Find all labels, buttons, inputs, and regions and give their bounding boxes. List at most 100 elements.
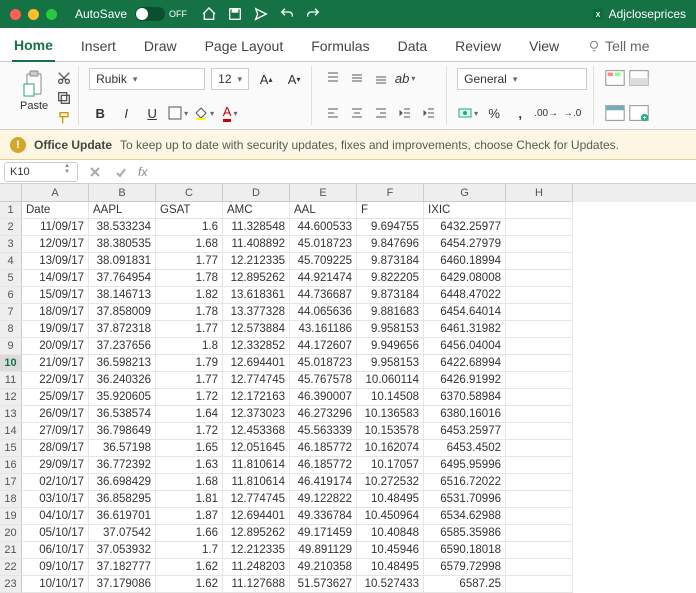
- cell[interactable]: 12.895262: [223, 525, 290, 542]
- cell[interactable]: 49.210358: [290, 559, 357, 576]
- number-format-dropdown[interactable]: General: [457, 68, 587, 90]
- cell[interactable]: 12.453368: [223, 423, 290, 440]
- cell[interactable]: 10.153578: [357, 423, 424, 440]
- row-header[interactable]: 8: [0, 321, 22, 338]
- enter-icon[interactable]: [114, 165, 128, 179]
- align-bottom-icon[interactable]: [370, 68, 392, 88]
- cell[interactable]: [506, 355, 573, 372]
- cell[interactable]: 45.709225: [290, 253, 357, 270]
- cell[interactable]: 37.764954: [89, 270, 156, 287]
- cell[interactable]: [506, 253, 573, 270]
- cell[interactable]: 44.600533: [290, 219, 357, 236]
- cell[interactable]: 10.48495: [357, 491, 424, 508]
- cell[interactable]: 37.858009: [89, 304, 156, 321]
- cell[interactable]: 36.57198: [89, 440, 156, 457]
- cell[interactable]: [506, 491, 573, 508]
- currency-button[interactable]: [457, 103, 479, 123]
- cell[interactable]: 38.533234: [89, 219, 156, 236]
- copy-icon[interactable]: [56, 90, 72, 106]
- cell[interactable]: 14/09/17: [22, 270, 89, 287]
- fx-label[interactable]: fx: [138, 165, 147, 179]
- cell[interactable]: 6453.25977: [424, 423, 506, 440]
- cell[interactable]: 49.891129: [290, 542, 357, 559]
- col-header-C[interactable]: C: [156, 184, 223, 202]
- cell[interactable]: Date: [22, 202, 89, 219]
- cell[interactable]: 9.873184: [357, 253, 424, 270]
- cell[interactable]: 9.949656: [357, 338, 424, 355]
- cell[interactable]: 1.77: [156, 253, 223, 270]
- cell[interactable]: 6579.72998: [424, 559, 506, 576]
- cell[interactable]: 28/09/17: [22, 440, 89, 457]
- cell[interactable]: 11.248203: [223, 559, 290, 576]
- cell[interactable]: 37.179086: [89, 576, 156, 593]
- cell[interactable]: 38.146713: [89, 287, 156, 304]
- cell[interactable]: 46.390007: [290, 389, 357, 406]
- row-header[interactable]: 21: [0, 542, 22, 559]
- cell[interactable]: GSAT: [156, 202, 223, 219]
- cell[interactable]: 45.018723: [290, 355, 357, 372]
- cell[interactable]: 6454.64014: [424, 304, 506, 321]
- cell[interactable]: 10.45946: [357, 542, 424, 559]
- align-right-icon[interactable]: [370, 103, 392, 123]
- cell[interactable]: 6531.70996: [424, 491, 506, 508]
- row-header[interactable]: 16: [0, 457, 22, 474]
- cell[interactable]: 6585.35986: [424, 525, 506, 542]
- insert-cells-icon[interactable]: [628, 103, 650, 123]
- cell[interactable]: 09/10/17: [22, 559, 89, 576]
- cell[interactable]: 6460.18994: [424, 253, 506, 270]
- cell[interactable]: [506, 219, 573, 236]
- cell[interactable]: 44.172607: [290, 338, 357, 355]
- cancel-icon[interactable]: [88, 165, 102, 179]
- cell[interactable]: 9.694755: [357, 219, 424, 236]
- cell[interactable]: 19/09/17: [22, 321, 89, 338]
- cell[interactable]: [506, 576, 573, 593]
- comma-button[interactable]: ,: [509, 103, 531, 123]
- tab-insert[interactable]: Insert: [79, 31, 118, 61]
- row-header[interactable]: 17: [0, 474, 22, 491]
- cell[interactable]: 11.810614: [223, 457, 290, 474]
- border-button[interactable]: [167, 103, 189, 123]
- cell[interactable]: 11.127688: [223, 576, 290, 593]
- cell[interactable]: 1.82: [156, 287, 223, 304]
- cell[interactable]: 44.065636: [290, 304, 357, 321]
- cell[interactable]: 15/09/17: [22, 287, 89, 304]
- orientation-icon[interactable]: ab: [394, 68, 416, 88]
- cell[interactable]: 38.380535: [89, 236, 156, 253]
- undo-icon[interactable]: [279, 6, 295, 22]
- cell[interactable]: [506, 202, 573, 219]
- cell[interactable]: 20/09/17: [22, 338, 89, 355]
- row-header[interactable]: 20: [0, 525, 22, 542]
- cell[interactable]: 6429.08008: [424, 270, 506, 287]
- cell[interactable]: 10.17057: [357, 457, 424, 474]
- cell[interactable]: 35.920605: [89, 389, 156, 406]
- cell[interactable]: 6516.72022: [424, 474, 506, 491]
- cell[interactable]: 36.538574: [89, 406, 156, 423]
- col-header-D[interactable]: D: [223, 184, 290, 202]
- select-all-corner[interactable]: [0, 184, 22, 202]
- cell[interactable]: 1.87: [156, 508, 223, 525]
- cell[interactable]: 1.64: [156, 406, 223, 423]
- cell[interactable]: 36.772392: [89, 457, 156, 474]
- zoom-window[interactable]: [46, 9, 57, 20]
- cell[interactable]: 12.774745: [223, 491, 290, 508]
- cell[interactable]: 46.419174: [290, 474, 357, 491]
- cell[interactable]: 36.798649: [89, 423, 156, 440]
- cell[interactable]: 1.62: [156, 559, 223, 576]
- cell[interactable]: 1.68: [156, 474, 223, 491]
- col-header-H[interactable]: H: [506, 184, 573, 202]
- format-table-icon[interactable]: [604, 103, 626, 123]
- cell[interactable]: [506, 287, 573, 304]
- cell[interactable]: 13.618361: [223, 287, 290, 304]
- save-icon[interactable]: [227, 6, 243, 22]
- cell[interactable]: 12.774745: [223, 372, 290, 389]
- cell[interactable]: 1.65: [156, 440, 223, 457]
- cell[interactable]: 1.81: [156, 491, 223, 508]
- paste-button[interactable]: Paste: [16, 68, 52, 114]
- cell[interactable]: [506, 474, 573, 491]
- cell[interactable]: 12.212335: [223, 542, 290, 559]
- cell[interactable]: 1.8: [156, 338, 223, 355]
- cell[interactable]: 12.895262: [223, 270, 290, 287]
- row-header[interactable]: 9: [0, 338, 22, 355]
- cell[interactable]: 6370.58984: [424, 389, 506, 406]
- cell[interactable]: 11.810614: [223, 474, 290, 491]
